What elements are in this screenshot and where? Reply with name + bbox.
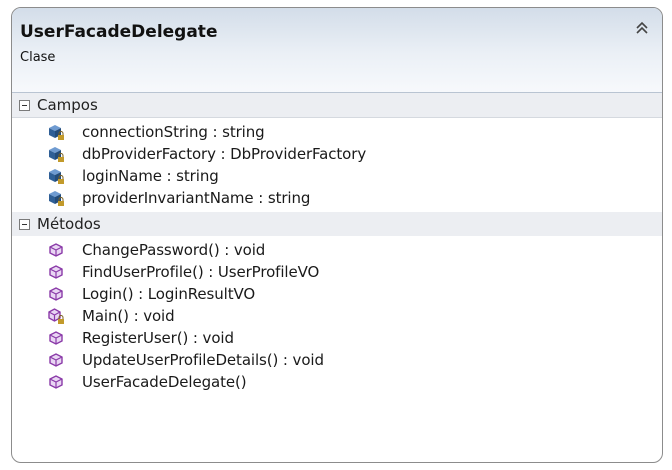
field-label: loginName : string: [82, 167, 219, 185]
method-item[interactable]: Main() : void: [12, 305, 662, 327]
double-chevron-up-icon[interactable]: [634, 20, 650, 36]
private-field-icon: [49, 125, 64, 140]
method-item[interactable]: RegisterUser() : void: [12, 327, 662, 349]
public-method-icon: [49, 265, 63, 279]
class-name: UserFacadeDelegate: [20, 22, 218, 42]
field-label: connectionString : string: [82, 123, 265, 141]
field-item[interactable]: dbProviderFactory : DbProviderFactory: [12, 143, 662, 165]
method-label: UserFacadeDelegate(): [82, 373, 247, 391]
public-method-icon: [49, 353, 63, 367]
collapse-fields-toggle-icon[interactable]: [19, 99, 30, 111]
method-label: RegisterUser() : void: [82, 329, 234, 347]
method-item[interactable]: UserFacadeDelegate(): [12, 371, 662, 393]
private-field-icon: [49, 147, 64, 162]
collapse-methods-toggle-icon[interactable]: [19, 218, 30, 230]
method-item[interactable]: ChangePassword() : void: [12, 239, 662, 261]
methods-section-title: Métodos: [37, 215, 101, 233]
fields-section-header[interactable]: Campos: [12, 93, 662, 118]
field-label: providerInvariantName : string: [82, 189, 311, 207]
fields-section: Campos connectionString : string dbProvi…: [12, 93, 662, 212]
method-label: Main() : void: [82, 307, 175, 325]
methods-section-header[interactable]: Métodos: [12, 212, 662, 236]
private-method-icon: [48, 308, 64, 324]
field-label: dbProviderFactory : DbProviderFactory: [82, 145, 367, 163]
public-method-icon: [49, 243, 63, 257]
public-method-icon: [49, 375, 63, 389]
method-label: ChangePassword() : void: [82, 241, 266, 259]
field-item[interactable]: providerInvariantName : string: [12, 187, 662, 209]
private-field-icon: [49, 169, 64, 184]
class-header: UserFacadeDelegate Clase: [12, 8, 662, 93]
field-item[interactable]: connectionString : string: [12, 121, 662, 143]
method-item[interactable]: Login() : LoginResultVO: [12, 283, 662, 305]
method-label: Login() : LoginResultVO: [82, 285, 256, 303]
field-item[interactable]: loginName : string: [12, 165, 662, 187]
fields-section-title: Campos: [37, 96, 98, 114]
class-box[interactable]: UserFacadeDelegate Clase Campos connecti…: [11, 7, 663, 463]
public-method-icon: [49, 331, 63, 345]
method-label: FindUserProfile() : UserProfileVO: [82, 263, 320, 281]
class-stereotype: Clase: [20, 50, 56, 65]
private-field-icon: [49, 191, 64, 206]
fields-list: connectionString : string dbProviderFact…: [12, 118, 662, 212]
methods-list: ChangePassword() : void FindUserProfile(…: [12, 236, 662, 396]
methods-section: Métodos ChangePassword() : void FindUser…: [12, 212, 662, 396]
method-item[interactable]: UpdateUserProfileDetails() : void: [12, 349, 662, 371]
method-item[interactable]: FindUserProfile() : UserProfileVO: [12, 261, 662, 283]
public-method-icon: [49, 287, 63, 301]
method-label: UpdateUserProfileDetails() : void: [82, 351, 324, 369]
